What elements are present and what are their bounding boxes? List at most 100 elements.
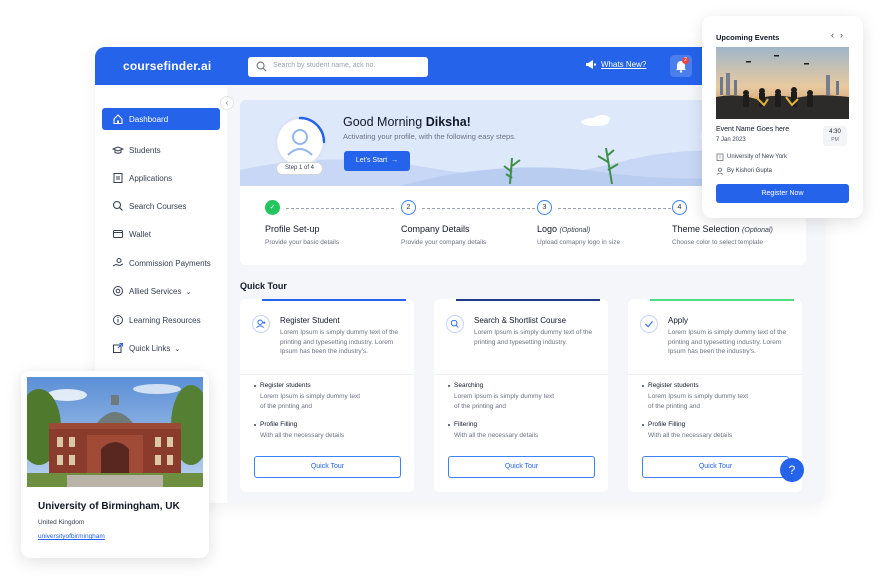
check-icon (640, 315, 658, 333)
hand-coin-icon (112, 258, 124, 267)
chevron-down-icon: ⌄ (174, 346, 181, 353)
tour-feature-heading: Profile Filling (641, 421, 686, 428)
graduation-cap-icon (112, 146, 124, 154)
notifications-button[interactable]: 2 (670, 55, 692, 77)
step-number: 2 (401, 200, 416, 215)
quick-tour-title: Quick Tour (240, 281, 287, 291)
external-link-icon (113, 343, 123, 353)
sidebar-item-applications[interactable]: Applications (102, 167, 220, 189)
greeting-subtitle: Activating your profile, with the follow… (343, 132, 517, 141)
search-icon (256, 61, 267, 72)
chevron-down-icon: ⌄ (185, 289, 192, 296)
university-card[interactable]: University of Birmingham, UK United King… (21, 371, 209, 558)
document-icon (113, 173, 123, 183)
tour-card-accent-bar (650, 299, 794, 301)
sidebar-item-wallet[interactable]: Wallet (102, 223, 220, 245)
event-time-value: 4:30 (829, 129, 841, 135)
tour-card-search-shortlist: Search & Shortlist Course Lorem Ipsum is… (434, 299, 608, 492)
step-title-text: Company Details (401, 224, 470, 234)
event-host-text: By Kishori Gupta (727, 168, 773, 174)
sidebar-item-label: Students (129, 146, 161, 155)
step-description: Upload comapny logo in size (537, 239, 621, 246)
event-venue-text: University of New York (727, 154, 788, 160)
profile-progress-ring (274, 116, 326, 168)
step-title-text: Profile Set-up (265, 224, 320, 234)
university-image (27, 377, 203, 487)
tour-feature-heading: Searching (447, 382, 484, 389)
event-image (716, 47, 849, 119)
quick-tour-button[interactable]: Quick Tour (448, 456, 595, 478)
quick-tour-button[interactable]: Quick Tour (254, 456, 401, 478)
tour-feature-text: With all the necessary details (454, 432, 539, 439)
step-title: Theme Selection (Optional) (672, 224, 773, 234)
sidebar-item-search-courses[interactable]: Search Courses (102, 195, 220, 217)
divider (240, 374, 414, 375)
step-description: Provide your company details (401, 239, 487, 246)
app-logo[interactable]: coursefinder.ai (123, 59, 211, 73)
university-name: University of Birmingham, UK (38, 501, 180, 512)
upcoming-events-card: Upcoming Events ‹› Event Name Goes here … (702, 16, 863, 218)
sidebar-item-label: Search Courses (129, 202, 187, 211)
settings-icon (113, 286, 123, 296)
quick-tour-button[interactable]: Quick Tour (642, 456, 789, 478)
events-title: Upcoming Events (716, 33, 780, 42)
chevron-right-icon[interactable]: › (840, 30, 849, 40)
step-optional-tag: (Optional) (742, 227, 773, 234)
step-number: 3 (537, 200, 552, 215)
tour-feature-text: With all the necessary details (260, 432, 345, 439)
sidebar-item-commission-payments[interactable]: Commission Payments (102, 252, 220, 274)
sidebar-item-allied-services[interactable]: Allied Services ⌄ (102, 280, 220, 302)
tour-card-title: Search & Shortlist Course (474, 316, 567, 325)
sidebar-item-label: Wallet (129, 230, 151, 239)
greeting-user-name: Diksha! (425, 115, 471, 129)
help-button[interactable]: ? (780, 458, 804, 482)
step-description: Provide your basic details (265, 239, 340, 246)
step-connector (558, 208, 671, 209)
tour-feature-text: of the printing and (648, 403, 701, 410)
sidebar-item-students[interactable]: Students (102, 139, 220, 161)
lets-start-label: Let's Start (355, 157, 388, 164)
step-number: 4 (672, 200, 687, 215)
tour-feature-heading: Filtering (447, 421, 478, 428)
search-input[interactable]: Search by student name, ack no. (248, 57, 428, 77)
divider (628, 374, 802, 375)
step-title-text: Logo (537, 224, 560, 234)
event-name: Event Name Goes here (716, 126, 790, 133)
step-description: Choose color to select template (672, 239, 764, 246)
tour-card-title: Register Student (280, 316, 340, 325)
arrow-right-icon: → (389, 157, 399, 164)
tour-feature-heading: Register students (254, 382, 311, 389)
search-icon (112, 200, 123, 211)
chevron-left-icon[interactable]: ‹ (831, 30, 840, 40)
user-icon (716, 167, 724, 175)
sidebar-item-label: Learning Resources (129, 316, 201, 325)
tour-card-register-student: Register Student Lorem Ipsum is simply d… (240, 299, 414, 492)
lets-start-button[interactable]: Let's Start → (344, 151, 410, 171)
step-title: Logo (Optional) (537, 224, 590, 234)
step-title-text: Theme Selection (672, 224, 743, 234)
university-country: United Kingdom (38, 519, 85, 526)
sidebar-item-label: Applications (129, 174, 173, 183)
building-icon (716, 153, 724, 161)
sidebar-item-label: Dashboard (129, 115, 169, 124)
wallet-icon (113, 230, 123, 238)
sidebar-item-quick-links[interactable]: Quick Links ⌄ (102, 337, 220, 359)
sidebar-item-learning-resources[interactable]: Learning Resources (102, 309, 220, 331)
search-placeholder: Search by student name, ack no. (273, 62, 376, 69)
events-pager: ‹› (831, 30, 849, 40)
tour-card-description: Lorem Ipsum is simply dummy text of the … (474, 329, 593, 346)
greeting-title: Good Morning Diksha! (343, 115, 471, 129)
register-now-button[interactable]: Register Now (716, 184, 849, 203)
add-user-icon (252, 315, 270, 333)
whats-new-link[interactable]: Whats New? (601, 60, 646, 69)
sidebar-item-label: Quick Links ⌄ (129, 344, 180, 353)
step-connector (286, 208, 394, 209)
notification-badge: 2 (682, 57, 689, 64)
university-link[interactable]: universityofbirmingham (38, 533, 105, 540)
step-connector (422, 208, 535, 209)
tour-feature-heading: Register students (642, 382, 699, 389)
home-icon (113, 114, 123, 125)
sidebar-item-dashboard[interactable]: Dashboard (102, 108, 220, 130)
megaphone-icon (586, 60, 596, 69)
collapse-sidebar-button[interactable]: ‹ (220, 96, 234, 110)
